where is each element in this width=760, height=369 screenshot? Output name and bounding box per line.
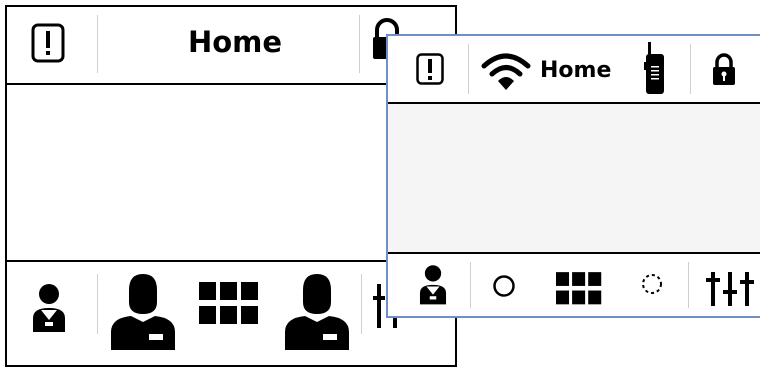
header-divider [468,44,469,94]
bar-divider [97,274,98,334]
bar-divider [470,262,471,308]
content-area [388,104,760,254]
user-icon[interactable] [285,272,349,350]
lock-icon[interactable] [710,52,738,86]
dashed-circle-icon[interactable] [640,272,664,296]
user-icon[interactable] [111,272,175,350]
alert-icon[interactable] [416,53,444,85]
front-bottom-bar [388,254,760,316]
header-divider [97,15,98,73]
circle-icon[interactable] [492,274,516,298]
alert-icon[interactable] [31,23,65,63]
wifi-icon[interactable] [480,52,532,92]
header-divider [690,44,691,94]
header-divider [359,15,360,73]
page-title: Home [540,58,612,83]
grid-icon[interactable] [556,272,602,306]
front-panel: Home [386,34,760,318]
grid-icon[interactable] [199,282,259,326]
bar-divider [361,274,362,334]
user-icon[interactable] [418,262,448,306]
user-icon[interactable] [31,280,67,334]
page-title: Home [187,25,283,59]
bar-divider [688,262,689,308]
front-header: Home [388,36,760,104]
sliders-icon[interactable] [706,270,756,306]
radio-icon[interactable] [644,42,668,96]
